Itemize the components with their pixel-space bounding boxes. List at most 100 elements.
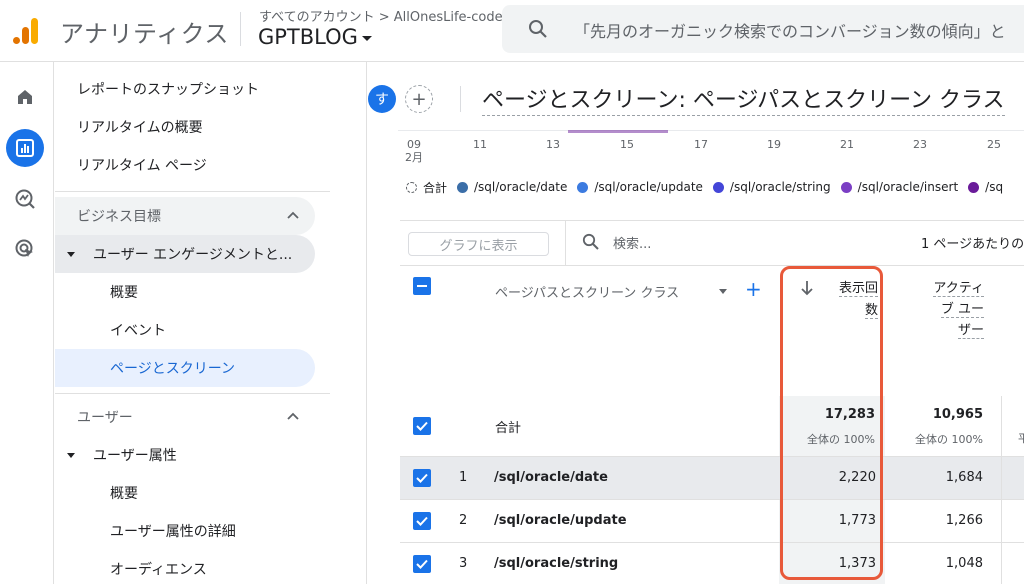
row-checkbox[interactable] — [413, 512, 431, 530]
triangle-down-icon[interactable] — [67, 252, 75, 257]
table-search-input[interactable]: 検索... — [613, 233, 651, 252]
triangle-down-icon[interactable] — [67, 453, 75, 458]
property-selector[interactable]: GPTBLOG — [258, 25, 372, 49]
row-checkbox[interactable] — [413, 555, 431, 573]
explore-icon[interactable] — [14, 188, 36, 210]
series-dot-icon[interactable] — [968, 181, 980, 193]
x-tick-day: 25 — [987, 138, 1001, 151]
row-index: 3 — [459, 556, 468, 571]
nav-reports-snapshot[interactable]: レポートのスナップショット — [55, 70, 315, 108]
advertising-icon[interactable] — [14, 238, 36, 260]
section-business-objectives[interactable]: ビジネス目標 — [55, 197, 315, 235]
row-page-path[interactable]: /sql/oracle/string — [494, 556, 618, 571]
nav-group-engagement-label[interactable]: ユーザー エンゲージメントと... — [93, 244, 292, 264]
row-active-users: 1,266 — [945, 513, 983, 528]
row-checkbox[interactable] — [413, 469, 431, 487]
active-header-line1[interactable]: アクティ — [933, 281, 984, 297]
nav-attributes-details[interactable]: ユーザー属性の詳細 — [55, 512, 315, 550]
nav-attributes-overview[interactable]: 概要 — [55, 474, 315, 512]
nav-group-engagement[interactable]: ユーザー エンゲージメントと... — [55, 235, 315, 273]
row-index: 2 — [459, 513, 468, 528]
nav-audiences[interactable]: オーディエンス — [55, 550, 315, 584]
comparison-avatar[interactable]: す — [368, 85, 396, 113]
legend-label[interactable]: /sql/oracle/string — [730, 180, 831, 194]
column-divider — [1001, 396, 1002, 584]
caret-down-icon[interactable] — [719, 289, 727, 294]
nav-group-user-attributes[interactable]: ユーザー属性 — [55, 436, 315, 474]
nav-pages-and-screens[interactable]: ページとスクリーン — [55, 349, 315, 387]
nav-divider — [55, 191, 330, 192]
breadcrumb-all-accounts[interactable]: すべてのアカウント — [259, 10, 375, 25]
global-search[interactable]: 「先月のオーガニック検索でのコンバージョン数の傾向」と — [502, 5, 1024, 53]
table-row[interactable]: 3 /sql/oracle/string 1,373 1,048 — [400, 542, 1024, 584]
legend-item[interactable]: /sql/oracle/string — [712, 180, 831, 194]
legend-item[interactable]: /sql/oracle/insert — [840, 180, 959, 194]
analytics-logo-icon[interactable] — [12, 16, 40, 46]
rows-per-page-label[interactable]: 1 ページあたりの — [921, 233, 1024, 252]
legend-label[interactable]: 合計 — [423, 179, 447, 196]
reports-icon[interactable] — [15, 138, 35, 158]
active-users-column-header[interactable]: アクティ ブ ユー ザー — [918, 278, 984, 341]
nav-group-attributes-label[interactable]: ユーザー属性 — [93, 445, 177, 465]
legend-item[interactable]: 合計 — [406, 179, 447, 196]
plot-rows-button[interactable]: グラフに表示 — [408, 232, 549, 256]
legend-label[interactable]: /sql/oracle/date — [474, 180, 567, 194]
series-dot-icon[interactable] — [840, 181, 852, 193]
section-user-label[interactable]: ユーザー — [77, 407, 133, 427]
add-dimension-button[interactable]: + — [745, 277, 762, 301]
check-icon[interactable] — [415, 419, 429, 433]
total-active-users: 10,965 — [932, 407, 983, 422]
breadcrumb-account[interactable]: AllOnesLife-code — [394, 10, 503, 25]
series-dot-icon[interactable] — [577, 181, 589, 193]
total-series-icon[interactable] — [406, 181, 417, 193]
chevron-up-icon[interactable] — [287, 412, 299, 420]
legend-label[interactable]: /sq — [985, 180, 1003, 194]
check-icon[interactable] — [415, 514, 429, 528]
truncated-column-text: 平 — [1018, 432, 1024, 445]
check-icon[interactable] — [415, 557, 429, 571]
add-comparison-button[interactable]: + — [405, 85, 433, 113]
active-header-line2[interactable]: ブ ユー — [940, 302, 984, 318]
home-icon[interactable] — [15, 87, 35, 107]
x-tick-day: 19 — [767, 138, 781, 151]
table-row[interactable]: 2 /sql/oracle/update 1,773 1,266 — [400, 499, 1024, 542]
legend-label[interactable]: /sql/oracle/update — [594, 180, 703, 194]
dimension-header[interactable]: ページパスとスクリーン クラス — [495, 282, 679, 301]
breadcrumb-separator: > — [378, 10, 390, 25]
search-icon[interactable] — [528, 19, 548, 39]
minus-icon[interactable] — [417, 285, 427, 287]
breadcrumb[interactable]: すべてのアカウント > AllOnesLife-code — [259, 6, 503, 25]
check-icon[interactable] — [415, 471, 429, 485]
active-header-line3[interactable]: ザー — [957, 323, 984, 339]
legend-item[interactable]: /sql/oracle/update — [577, 180, 703, 194]
total-active-percent: 全体の 100% — [915, 433, 983, 446]
page-title[interactable]: ページとスクリーン: ページパスとスクリーン クラス — [482, 82, 1005, 116]
nav-engagement-events[interactable]: イベント — [55, 311, 315, 349]
side-nav: レポートのスナップショット リアルタイムの概要 リアルタイム ページ ビジネス目… — [55, 62, 367, 584]
section-user[interactable]: ユーザー — [55, 398, 315, 436]
rail-explore[interactable] — [6, 180, 44, 218]
nav-realtime-overview[interactable]: リアルタイムの概要 — [55, 108, 315, 146]
row-page-path[interactable]: /sql/oracle/date — [494, 470, 608, 485]
rail-reports[interactable] — [6, 129, 44, 167]
search-placeholder[interactable]: 「先月のオーガニック検索でのコンバージョン数の傾向」と — [574, 18, 1006, 42]
total-row-checkbox[interactable] — [413, 417, 431, 435]
section-business-label[interactable]: ビジネス目標 — [77, 206, 161, 226]
property-name[interactable]: GPTBLOG — [258, 25, 358, 49]
caret-down-icon[interactable] — [361, 35, 372, 41]
rail-home[interactable] — [6, 78, 44, 116]
nav-realtime-pages[interactable]: リアルタイム ページ — [55, 146, 315, 184]
series-dot-icon[interactable] — [457, 181, 469, 193]
nav-engagement-overview[interactable]: 概要 — [55, 273, 315, 311]
legend-label[interactable]: /sql/oracle/insert — [858, 180, 959, 194]
rail-advertising[interactable] — [6, 230, 44, 268]
legend-item[interactable]: /sql/oracle/date — [457, 180, 567, 194]
select-all-checkbox[interactable] — [413, 277, 431, 295]
chevron-up-icon[interactable] — [287, 211, 299, 219]
legend-item[interactable]: /sq — [968, 180, 1003, 194]
table-row[interactable]: 1 /sql/oracle/date 2,220 1,684 — [400, 456, 1024, 500]
main-content: す + ページとスクリーン: ページパスとスクリーン クラス 09 2月 11 13 1… — [368, 62, 1024, 584]
series-dot-icon[interactable] — [712, 181, 724, 193]
search-icon[interactable] — [582, 233, 600, 251]
row-page-path[interactable]: /sql/oracle/update — [494, 513, 627, 528]
